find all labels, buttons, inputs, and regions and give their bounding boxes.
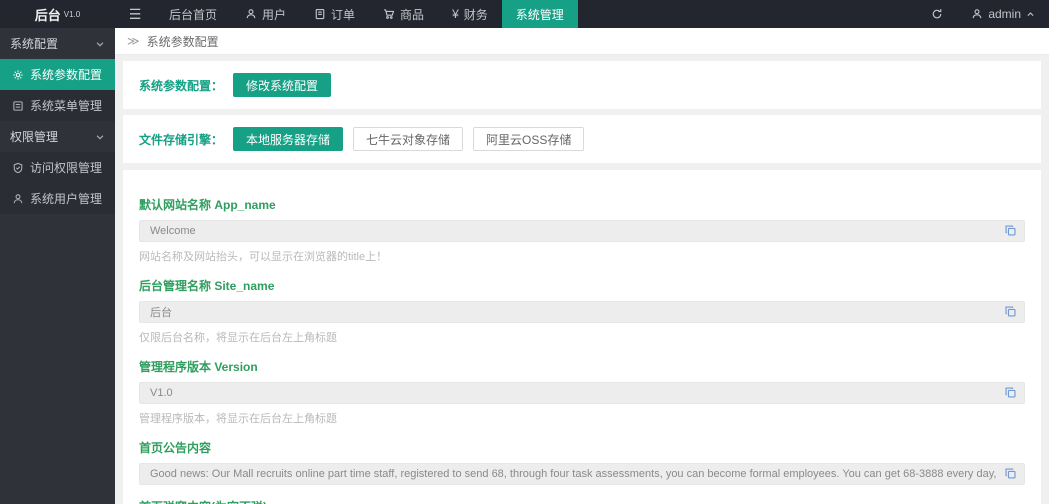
form-field-site-name: 后台管理名称 Site_name 仅限后台名称，将显示在后台左上角标题 — [139, 277, 1025, 345]
header-right: admin — [917, 0, 1049, 28]
group-label: 权限管理 — [10, 130, 59, 144]
gear-icon — [13, 69, 23, 80]
field-input-wrap — [139, 463, 1025, 485]
field-label: 默认网站名称 App_name — [139, 198, 276, 212]
storage-bar-label: 文件存储引擎： — [139, 132, 224, 147]
username: admin — [988, 7, 1021, 21]
field-label: 管理程序版本 Version — [139, 360, 258, 374]
storage-option-qiniu-button[interactable]: 七牛云对象存储 — [353, 127, 464, 151]
main-content: ≫ 系统参数配置 系统参数配置： 修改系统配置 文件存储引擎： 本地服务器存储 … — [115, 28, 1049, 504]
breadcrumb: ≫ 系统参数配置 — [115, 28, 1049, 55]
user-icon — [13, 193, 23, 203]
sidebar: 系统配置 系统参数配置 系统菜单管理 权限管理 访问权限管理 系统用户管理 — [0, 28, 115, 504]
nav-label: 订单 — [331, 7, 356, 22]
form-field-announcement: 首页公告内容 — [139, 439, 1025, 485]
nav-item-users[interactable]: 用户 — [231, 0, 300, 28]
config-bar-label: 系统参数配置： — [139, 78, 224, 93]
nav-item-home[interactable]: 后台首页 — [155, 0, 231, 28]
copy-icon[interactable] — [1004, 305, 1018, 319]
nav-label: 后台首页 — [169, 7, 218, 22]
sidebar-item-access-permissions[interactable]: 访问权限管理 — [0, 152, 115, 183]
top-header: 后台 V1.0 ☰ 后台首页 用户 订单 商品 ¥ 财务 系统管理 admin — [0, 0, 1049, 28]
field-input-wrap — [139, 382, 1025, 404]
field-hint: 仅限后台名称，将显示在后台左上角标题 — [139, 332, 337, 344]
sidebar-item-system-users[interactable]: 系统用户管理 — [0, 183, 115, 214]
settings-form: 默认网站名称 App_name 网站名称及网站抬头，可以显示在浏览器的title… — [123, 170, 1041, 504]
sidebar-group-system-config[interactable]: 系统配置 — [0, 28, 115, 59]
form-field-version: 管理程序版本 Version 管理程序版本，将显示在后台左上角标题 — [139, 358, 1025, 426]
goods-icon — [384, 9, 395, 19]
nav-item-system[interactable]: 系统管理 — [501, 0, 578, 28]
field-hint: 网站名称及网站抬头，可以显示在浏览器的title上！ — [139, 251, 388, 263]
nav-item-finance[interactable]: ¥ 财务 — [438, 0, 502, 28]
field-label: 首页公告内容 — [139, 441, 212, 455]
yen-icon: ¥ — [452, 7, 459, 21]
sidebar-group-permissions[interactable]: 权限管理 — [0, 121, 115, 152]
storage-option-alioss-button[interactable]: 阿里云OSS存储 — [473, 127, 585, 151]
sidebar-item-label: 系统菜单管理 — [30, 99, 103, 113]
chevron-down-icon — [96, 41, 104, 47]
field-label: 后台管理名称 Site_name — [139, 279, 275, 293]
copy-icon[interactable] — [1004, 467, 1018, 481]
breadcrumb-current: 系统参数配置 — [146, 34, 219, 49]
top-nav: 后台首页 用户 订单 商品 ¥ 财务 系统管理 — [155, 0, 578, 28]
nav-label: 系统管理 — [515, 7, 564, 22]
nav-item-orders[interactable]: 订单 — [300, 0, 369, 28]
copy-icon[interactable] — [1004, 224, 1018, 238]
announcement-input[interactable] — [139, 463, 1025, 485]
nav-label: 商品 — [400, 7, 425, 22]
chevron-up-icon — [1027, 11, 1034, 16]
order-icon — [315, 8, 325, 20]
sidebar-item-label: 系统用户管理 — [30, 192, 103, 206]
app-logo: 后台 V1.0 — [0, 0, 115, 28]
breadcrumb-arrow-icon: ≫ — [127, 34, 140, 48]
storage-option-local-button[interactable]: 本地服务器存储 — [233, 127, 344, 151]
nav-label: 财务 — [463, 7, 488, 22]
field-input-wrap — [139, 301, 1025, 323]
user-menu[interactable]: admin — [957, 0, 1049, 28]
nav-item-goods[interactable]: 商品 — [369, 0, 438, 28]
config-bar-card: 系统参数配置： 修改系统配置 — [123, 61, 1041, 109]
hamburger-menu-icon[interactable]: ☰ — [115, 0, 155, 28]
user-icon — [973, 9, 982, 19]
site-name-input[interactable] — [139, 301, 1025, 323]
form-field-popup-content: 首页弹窗内容(为空不弹) — [139, 498, 1025, 504]
modify-config-button[interactable]: 修改系统配置 — [233, 73, 332, 97]
sidebar-item-system-params[interactable]: 系统参数配置 — [0, 59, 115, 90]
sidebar-item-label: 访问权限管理 — [30, 161, 103, 175]
app-name-input[interactable] — [139, 220, 1025, 242]
chevron-down-icon — [96, 134, 104, 140]
copy-icon[interactable] — [1004, 386, 1018, 400]
shield-check-icon — [13, 162, 23, 173]
refresh-button[interactable] — [917, 0, 957, 28]
nav-label: 用户 — [262, 7, 287, 22]
sidebar-item-system-menu[interactable]: 系统菜单管理 — [0, 90, 115, 121]
menu-list-icon — [13, 100, 23, 111]
field-label: 首页弹窗内容(为空不弹) — [139, 498, 1025, 504]
refresh-icon — [933, 9, 942, 19]
app-title: 后台 — [34, 7, 61, 23]
app-version: V1.0 — [63, 9, 81, 19]
storage-bar-card: 文件存储引擎： 本地服务器存储 七牛云对象存储 阿里云OSS存储 — [123, 115, 1041, 163]
field-input-wrap — [139, 220, 1025, 242]
group-label: 系统配置 — [10, 37, 59, 51]
field-hint: 管理程序版本，将显示在后台左上角标题 — [139, 413, 337, 425]
form-field-app-name: 默认网站名称 App_name 网站名称及网站抬头，可以显示在浏览器的title… — [139, 196, 1025, 264]
version-input[interactable] — [139, 382, 1025, 404]
user-icon — [246, 9, 256, 19]
sidebar-item-label: 系统参数配置 — [30, 68, 103, 82]
